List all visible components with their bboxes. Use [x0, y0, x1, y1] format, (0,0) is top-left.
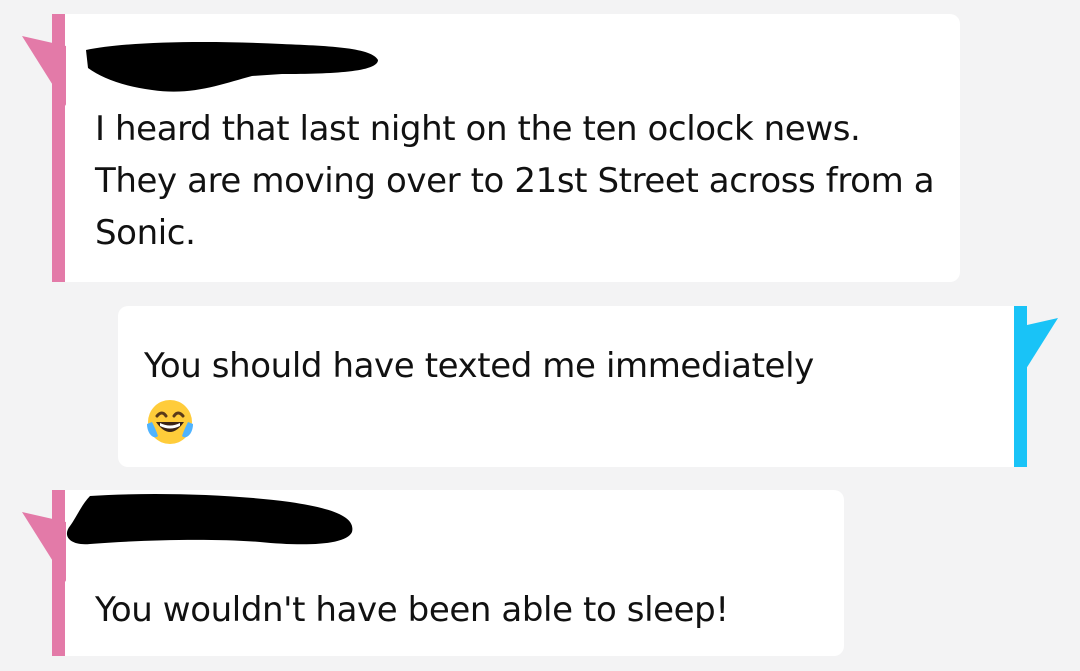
sender-name-redaction — [66, 494, 353, 545]
message-incoming-2[interactable]: You wouldn't have been able to sleep! — [52, 490, 844, 656]
face-with-tears-of-joy-icon — [147, 400, 193, 444]
outgoing-tail — [1014, 318, 1058, 388]
incoming-tail-2 — [22, 512, 66, 582]
message-outgoing-1[interactable]: You should have texted me immediately — [118, 306, 1027, 467]
incoming-tail-1 — [22, 36, 66, 106]
message-text: You should have texted me immediately — [144, 346, 814, 386]
message-incoming-1[interactable]: I heard that last night on the ten ocloc… — [52, 14, 960, 282]
message-text: You wouldn't have been able to sleep! — [95, 590, 729, 630]
sender-name-redaction — [86, 42, 378, 92]
message-text: I heard that last night on the ten ocloc… — [95, 109, 945, 253]
